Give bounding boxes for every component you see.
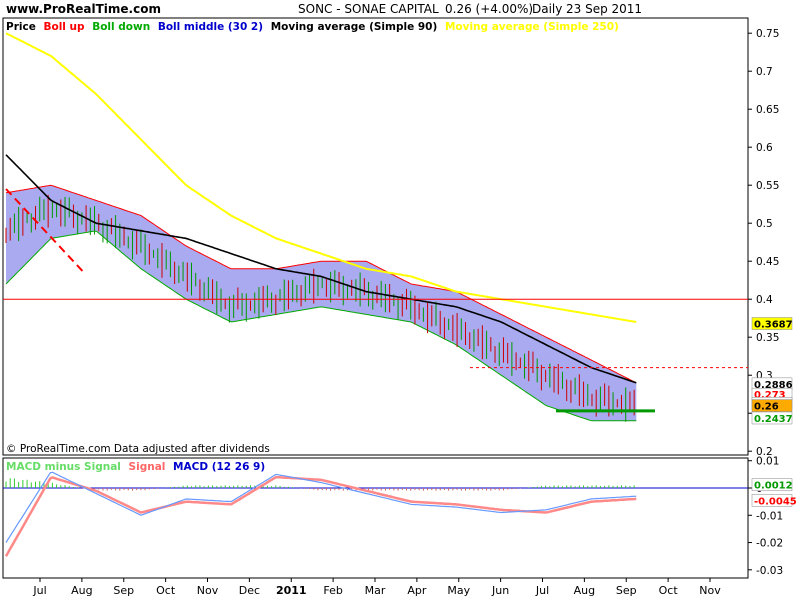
- legend-price: Price: [6, 21, 36, 33]
- price-chart: www.ProRealTime.com SONC - SONAE CAPITAL…: [2, 2, 797, 597]
- legend-boll-down: Boll down: [92, 21, 150, 33]
- watermark: © ProRealTime.com Data adjusted after di…: [6, 443, 270, 455]
- price-y-tick-label: 0.75: [756, 28, 779, 40]
- legend-ma250: Moving average (Simple 250): [445, 21, 619, 33]
- legend-boll-middle: Boll middle (30 2): [158, 21, 263, 33]
- price-value-label: 0.3687: [754, 320, 793, 331]
- legend-signal: Signal: [129, 461, 166, 473]
- legend-ma90: Moving average (Simple 90): [271, 21, 438, 33]
- price-y-tick-label: 0.65: [756, 104, 779, 116]
- x-tick-label: Nov: [699, 584, 721, 597]
- x-tick-label: Sep: [616, 584, 637, 597]
- price-value-label: 0.2437: [754, 414, 793, 425]
- x-tick-label: 2011: [276, 584, 307, 597]
- chart-window: www.ProRealTime.com SONC - SONAE CAPITAL…: [0, 0, 800, 600]
- price-y-tick-label: 0.45: [756, 256, 779, 268]
- x-tick-label: Jun: [491, 584, 509, 597]
- x-tick-label: Aug: [574, 584, 595, 597]
- x-tick-label: Oct: [659, 584, 679, 597]
- x-tick-label: Jul: [32, 584, 46, 597]
- macd-value-label: -0.0045: [754, 496, 797, 507]
- price-y-tick-label: 0.35: [756, 332, 779, 344]
- macd-value-label: 0.0012: [754, 481, 793, 492]
- macd-y-tick-label: -0.01: [756, 510, 783, 522]
- macd-panel: [2, 457, 749, 579]
- x-tick-label: Sep: [113, 584, 134, 597]
- price-y-tick-label: 0.4: [756, 294, 773, 306]
- legend-macd-hist: MACD minus Signal: [6, 461, 121, 473]
- x-tick-label: Feb: [323, 584, 342, 597]
- macd-legend: MACD minus Signal Signal MACD (12 26 9): [6, 461, 265, 473]
- period-label: Daily: [532, 2, 562, 16]
- x-tick-label: Oct: [156, 584, 176, 597]
- price-legend: Price Boll up Boll down Boll middle (30 …: [6, 21, 619, 33]
- x-tick-label: Aug: [71, 584, 92, 597]
- legend-boll-up: Boll up: [43, 21, 85, 33]
- price-y-tick-label: 0.55: [756, 180, 779, 192]
- x-tick-label: Nov: [197, 584, 219, 597]
- symbol-label: SONC - SONAE CAPITAL: [298, 2, 439, 16]
- x-tick-label: Dec: [239, 584, 260, 597]
- x-tick-label: Mar: [365, 584, 386, 597]
- x-tick-label: Apr: [407, 584, 427, 597]
- price-y-tick-label: 0.7: [756, 66, 773, 78]
- price-value-label: 0.26: [754, 402, 779, 413]
- macd-y-tick-label: 0.01: [756, 456, 779, 468]
- x-tick-label: Jul: [535, 584, 549, 597]
- date-label: 23 Sep 2011: [566, 2, 642, 16]
- macd-y-tick-label: -0.02: [756, 538, 783, 550]
- price-y-tick-label: 0.6: [756, 142, 773, 154]
- site-label: www.ProRealTime.com: [6, 2, 161, 16]
- x-tick-label: May: [447, 584, 470, 597]
- price-y-tick-label: 0.5: [756, 218, 773, 230]
- macd-y-tick-label: -0.03: [756, 565, 783, 577]
- legend-macd: MACD (12 26 9): [173, 461, 265, 473]
- quote-label: 0.26 (+4.00%): [445, 2, 533, 16]
